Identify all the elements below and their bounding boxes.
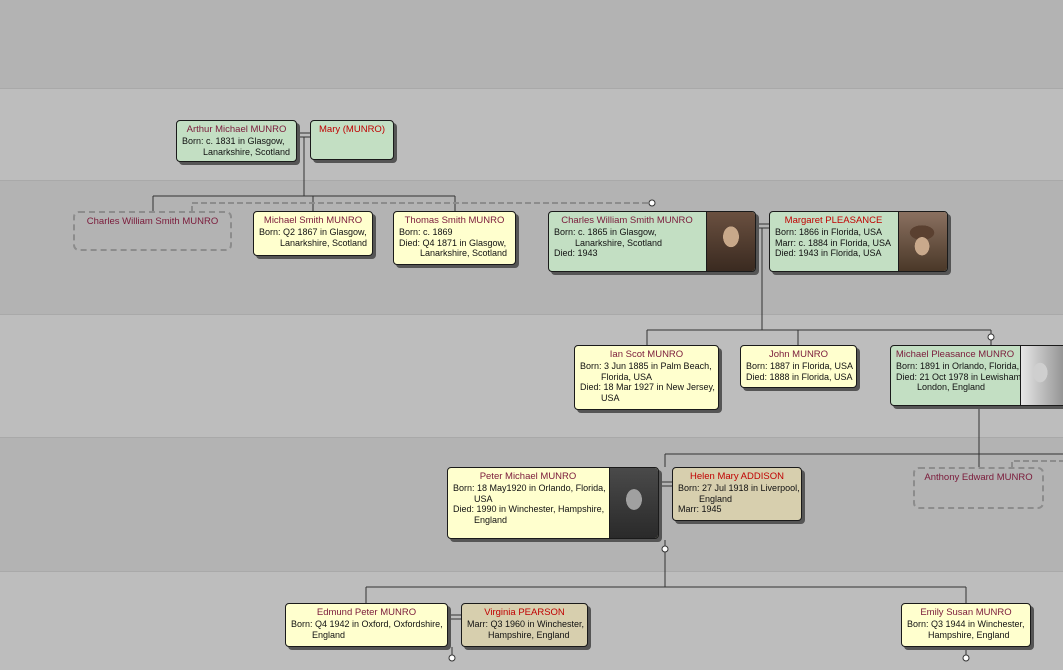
person-detail: Born: c. 1865 in Glasgow,: [554, 227, 657, 237]
person-name: John MUNRO: [768, 349, 829, 360]
person-name: Charles William Smith MUNRO: [86, 216, 219, 227]
person-name: Helen Mary ADDISON: [690, 471, 784, 482]
person-detail: England: [474, 514, 508, 525]
person-name: Michael Pleasance MUNRO: [895, 349, 1015, 360]
person-card-arthur-michael-munro[interactable]: Arthur Michael MUNRO Born: c. 1831 in Gl…: [176, 120, 297, 162]
person-name: Ian Scot MUNRO: [609, 349, 684, 360]
person-name: Virginia PEARSON: [484, 607, 565, 618]
person-name: Charles William Smith MUNRO: [561, 215, 693, 226]
person-card-emily-susan-munro[interactable]: Emily Susan MUNRO Born: Q3 1944 in Winch…: [901, 603, 1031, 647]
person-name: Mary (MUNRO): [319, 124, 385, 135]
person-detail: England: [312, 629, 346, 640]
person-detail: Marr: c. 1884 in Florida, USA: [775, 237, 892, 248]
person-detail: Born: Q3 1944 in Winchester,: [907, 619, 1025, 629]
person-card-peter-michael-munro[interactable]: Peter Michael MUNRO Born: 18 May1920 in …: [447, 467, 659, 539]
person-card-ian-scot-munro[interactable]: Ian Scot MUNRO Born: 3 Jun 1885 in Palm …: [574, 345, 719, 410]
person-detail: Lanarkshire, Scotland: [420, 248, 508, 258]
person-detail: Hampshire, England: [488, 629, 570, 640]
person-name: Peter Michael MUNRO: [479, 471, 577, 482]
person-detail: USA: [474, 493, 493, 504]
person-detail: Born: Q2 1867 in Glasgow,: [259, 227, 367, 237]
person-detail: Died: Q4 1871 in Glasgow,: [399, 237, 507, 248]
person-detail: USA: [601, 392, 620, 403]
person-detail: Died: 1888 in Florida, USA: [746, 371, 853, 382]
person-card-charles-william-smith-munro[interactable]: Charles William Smith MUNRO Born: c. 186…: [548, 211, 756, 272]
person-detail: Born: 18 May1920 in Orlando, Florida,: [453, 483, 606, 493]
person-name: Edmund Peter MUNRO: [316, 607, 417, 618]
person-detail: Hampshire, England: [928, 629, 1010, 640]
person-name: Arthur Michael MUNRO: [186, 124, 287, 135]
person-detail: Florida, USA: [601, 371, 653, 382]
person-name: Anthony Edward MUNRO: [924, 472, 1033, 483]
person-detail: Born: 1887 in Florida, USA: [746, 361, 854, 371]
person-detail: Born: c. 1869: [399, 227, 453, 237]
person-card-john-munro[interactable]: John MUNRO Born: 1887 in Florida, USA Di…: [740, 345, 857, 388]
person-card-mary-munro[interactable]: Mary (MUNRO): [310, 120, 394, 160]
person-name: Thomas Smith MUNRO: [404, 215, 505, 226]
portrait-photo: [706, 212, 755, 271]
person-detail: Born: 3 Jun 1885 in Palm Beach,: [580, 361, 712, 371]
portrait-photo: [1020, 346, 1063, 405]
person-name: Emily Susan MUNRO: [920, 607, 1012, 618]
ghost-card-charles-william-smith-munro[interactable]: Charles William Smith MUNRO: [73, 211, 232, 251]
person-detail: Born: c. 1831 in Glasgow,: [182, 136, 285, 146]
person-detail: Died: 21 Oct 1978 in Lewisham,: [896, 371, 1024, 382]
tree-connectors: [152, 132, 1063, 662]
person-detail: Lanarkshire, Scotland: [203, 146, 291, 157]
person-detail: Died: 1943: [554, 248, 598, 258]
person-detail: Marr: Q3 1960 in Winchester,: [467, 619, 585, 629]
person-detail: Born: Q4 1942 in Oxford, Oxfordshire,: [291, 619, 443, 629]
portrait-photo: [898, 212, 947, 271]
person-detail: Died: 18 Mar 1927 in New Jersey,: [580, 382, 715, 392]
person-card-edmund-peter-munro[interactable]: Edmund Peter MUNRO Born: Q4 1942 in Oxfo…: [285, 603, 448, 647]
person-card-michael-smith-munro[interactable]: Michael Smith MUNRO Born: Q2 1867 in Gla…: [253, 211, 373, 256]
person-detail: Marr: 1945: [678, 504, 722, 514]
person-name: Michael Smith MUNRO: [263, 215, 363, 226]
person-card-virginia-pearson[interactable]: Virginia PEARSON Marr: Q3 1960 in Winche…: [461, 603, 588, 647]
portrait-photo: [609, 468, 658, 538]
person-detail: Died: 1990 in Winchester, Hampshire,: [453, 504, 605, 514]
person-detail: Born: 1866 in Florida, USA: [775, 227, 883, 237]
person-card-michael-pleasance-munro[interactable]: Michael Pleasance MUNRO Born: 1891 in Or…: [890, 345, 1063, 406]
person-card-margaret-pleasance[interactable]: Margaret PLEASANCE Born: 1866 in Florida…: [769, 211, 948, 272]
person-detail: Died: 1943 in Florida, USA: [775, 248, 882, 258]
person-card-helen-mary-addison[interactable]: Helen Mary ADDISON Born: 27 Jul 1918 in …: [672, 467, 802, 521]
person-detail: England: [699, 493, 733, 504]
person-detail: Born: 27 Jul 1918 in Liverpool,: [678, 483, 800, 493]
person-detail: Lanarkshire, Scotland: [575, 237, 663, 248]
person-name: Margaret PLEASANCE: [784, 215, 883, 226]
person-detail: London, England: [917, 382, 986, 392]
person-detail: Lanarkshire, Scotland: [280, 237, 368, 248]
person-card-thomas-smith-munro[interactable]: Thomas Smith MUNRO Born: c. 1869 Died: Q…: [393, 211, 516, 265]
person-detail: Born: 1891 in Orlando, Florida, USA: [896, 361, 1041, 371]
ghost-card-anthony-edward-munro[interactable]: Anthony Edward MUNRO: [913, 467, 1044, 509]
